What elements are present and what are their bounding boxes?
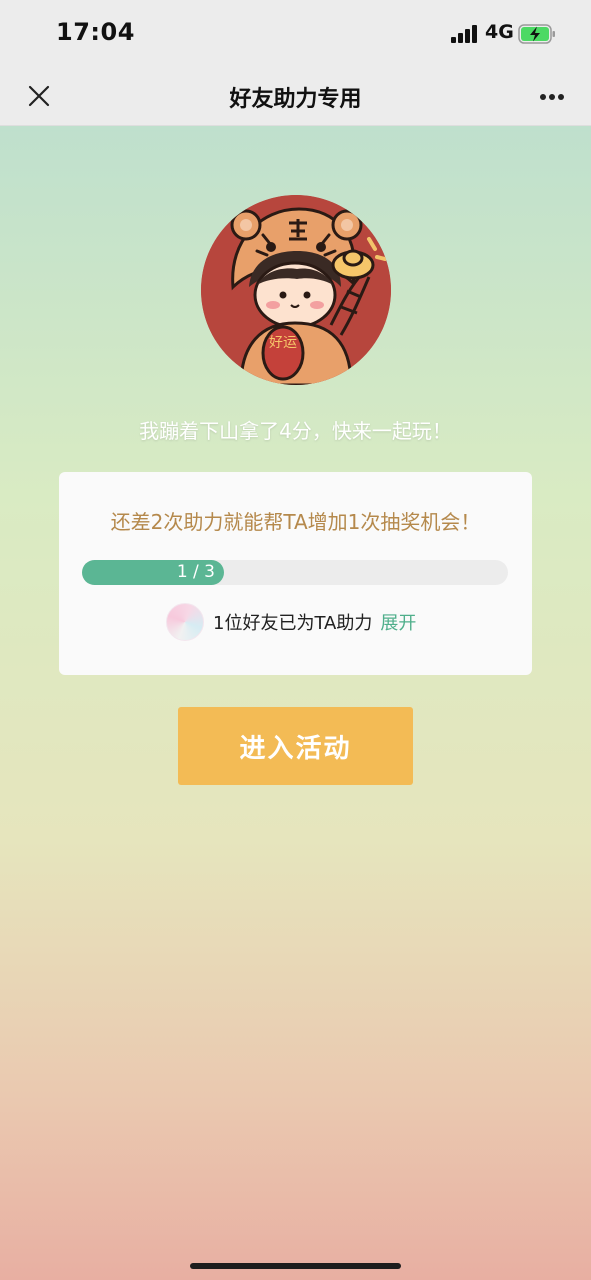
friend-avatar [166,603,204,641]
helpers-row: 1位好友已为TA助力 展开 [166,602,416,642]
assist-requirement-text: 还差2次助力就能帮TA增加1次抽奖机会！ [110,510,481,534]
home-indicator [190,1263,401,1269]
page-title: 好友助力专用 [229,87,362,112]
status-time: 17:04 [56,18,135,46]
assist-card: 还差2次助力就能帮TA增加1次抽奖机会！ 1 / 3 1位好友已为TA助力 展开 [59,472,532,675]
navigation-bar: 好友助力专用 [0,66,591,126]
status-bar: 17:04 4G [0,0,591,66]
battery-charging-icon [518,24,556,44]
more-icon[interactable] [536,92,566,102]
helpers-count-text: 1位好友已为TA助力 [213,613,373,634]
cellular-signal-icon [451,25,479,43]
enter-activity-button[interactable]: 进入活动 [178,707,413,785]
network-type-label: 4G [485,21,514,43]
expand-link[interactable]: 展开 [380,609,416,635]
assist-progress-fill: 1 / 3 [82,560,224,585]
tiger-girl-avatar-icon: 好运 [201,195,391,385]
share-message: 我蹦着下山拿了4分，快来一起玩！ [139,419,452,443]
assist-progress-label: 1 / 3 [176,562,215,582]
lucky-bag-badge: 好运 [269,335,297,351]
page-content: 好运 我蹦着下山拿了4分，快来一起玩！ 还差2次助力就能帮TA增加1次抽奖机会！… [0,126,591,1280]
assist-progress-bar: 1 / 3 [82,560,508,585]
